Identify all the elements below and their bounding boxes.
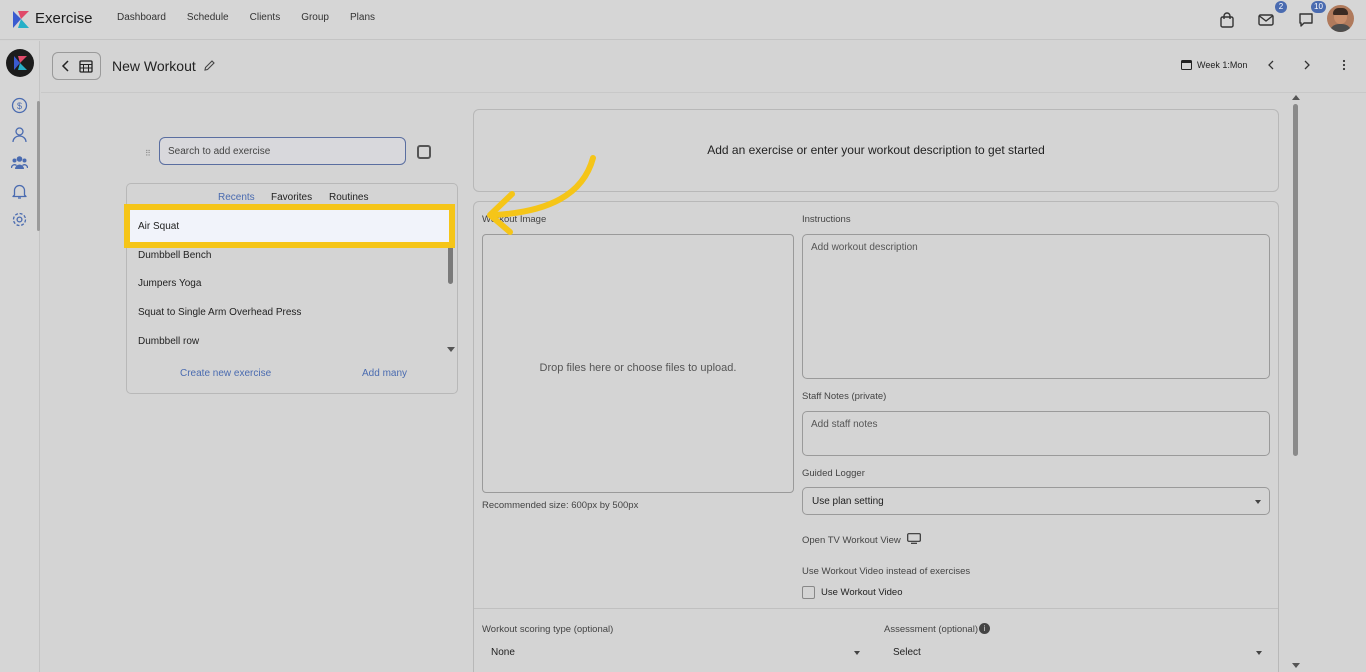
prev-week-icon[interactable] [1266,60,1276,70]
brand-logo[interactable] [6,49,34,77]
rail-scrollbar[interactable] [37,101,40,231]
nav-group[interactable]: Group [301,12,329,23]
scoring-type-label: Workout scoring type (optional) [482,624,614,635]
dropzone-text: Drop files here or choose files to uploa… [539,362,737,374]
app-name[interactable]: Exercise [35,10,93,27]
calendar-icon[interactable] [79,59,93,73]
list-scrollbar[interactable] [448,242,453,284]
guided-logger-value: Use plan setting [812,496,884,507]
chevron-left-icon[interactable] [60,60,72,72]
nav-schedule[interactable]: Schedule [187,12,229,23]
nav-clients[interactable]: Clients [250,12,281,23]
select-checkbox[interactable] [417,145,431,159]
workout-video-checkbox[interactable] [802,586,815,599]
week-calendar-icon [1181,60,1192,70]
create-exercise-link[interactable]: Create new exercise [180,368,271,379]
scroll-up-icon[interactable] [1292,95,1300,100]
group-icon[interactable] [11,154,28,171]
top-navbar: Exercise Dashboard Schedule Clients Grou… [0,0,1366,40]
guided-logger-label: Guided Logger [802,468,865,479]
staff-notes-textarea[interactable] [802,411,1270,456]
user-avatar[interactable] [1327,5,1354,32]
app-logo-icon [13,11,29,28]
brand-logo-icon [14,56,27,70]
assessment-value: Select [893,647,921,658]
nav-plans[interactable]: Plans [350,12,375,23]
workout-header: New Workout Week 1:Mon [41,41,1366,93]
week-label[interactable]: Week 1:Mon [1197,60,1247,70]
scoring-type-value: None [491,647,515,658]
svg-text:$: $ [17,101,22,111]
exercise-search [159,137,406,165]
search-input[interactable] [160,138,405,164]
info-icon[interactable]: i [979,623,990,634]
exercise-item-air-squat[interactable]: Air Squat [124,204,455,248]
scoring-type-select[interactable]: None [491,647,863,669]
exercise-item-squat-overhead-press[interactable]: Squat to Single Arm Overhead Press [138,307,301,318]
next-week-icon[interactable] [1302,60,1312,70]
scroll-down-icon[interactable] [447,347,455,352]
left-rail: $ [0,41,40,672]
monitor-icon[interactable] [907,533,921,544]
tab-recents[interactable]: Recents [218,192,255,203]
billing-icon[interactable]: $ [11,97,28,114]
tab-favorites[interactable]: Favorites [271,192,312,203]
exercise-item-dumbbell-bench[interactable]: Dumbbell Bench [138,250,211,261]
chat-icon[interactable] [1298,12,1314,28]
tab-routines[interactable]: Routines [329,192,368,203]
drag-handle-icon[interactable]: ⠿ [145,149,151,158]
chevron-down-icon [1255,500,1261,504]
image-dropzone[interactable]: Drop files here or choose files to uploa… [482,234,794,493]
exercise-label-air-squat: Air Squat [138,221,180,232]
shopping-bag-icon[interactable] [1219,12,1235,28]
staff-notes-label: Staff Notes (private) [802,391,887,402]
page-title: New Workout [112,58,196,74]
workout-video-label: Use Workout Video instead of exercises [802,566,971,577]
tv-view-link[interactable]: Open TV Workout View [802,535,901,546]
exercise-item-jumpers-yoga[interactable]: Jumpers Yoga [138,278,201,289]
form-divider [474,608,1278,609]
workout-video-checkbox-label[interactable]: Use Workout Video [821,587,903,598]
guided-logger-select[interactable]: Use plan setting [802,487,1270,515]
instructions-textarea[interactable] [802,234,1270,379]
more-vertical-icon[interactable] [1341,59,1347,71]
instructions-label: Instructions [802,214,851,225]
exercise-item-dumbbell-row[interactable]: Dumbbell row [138,336,199,347]
bell-icon[interactable] [11,183,28,200]
recommended-size-text: Recommended size: 600px by 500px [482,500,639,511]
settings-gear-icon[interactable] [11,211,28,228]
tutorial-arrow-icon [487,155,596,235]
nav-dashboard[interactable]: Dashboard [117,12,166,23]
assessment-select[interactable]: Select [893,647,1265,669]
chat-badge: 10 [1311,1,1326,13]
main-scroll-thumb[interactable] [1293,104,1298,456]
add-many-link[interactable]: Add many [362,368,407,379]
assessment-label: Assessment (optional) [884,624,978,635]
mail-badge: 2 [1275,1,1287,13]
scroll-down-main-icon[interactable] [1292,663,1300,668]
pencil-edit-icon[interactable] [203,59,216,72]
user-icon[interactable] [11,126,28,143]
mail-icon[interactable] [1258,12,1274,28]
chevron-down-icon [854,651,860,655]
main-nav: Dashboard Schedule Clients Group Plans [117,12,396,23]
back-calendar-group[interactable] [52,52,101,80]
chevron-down-icon [1256,651,1262,655]
